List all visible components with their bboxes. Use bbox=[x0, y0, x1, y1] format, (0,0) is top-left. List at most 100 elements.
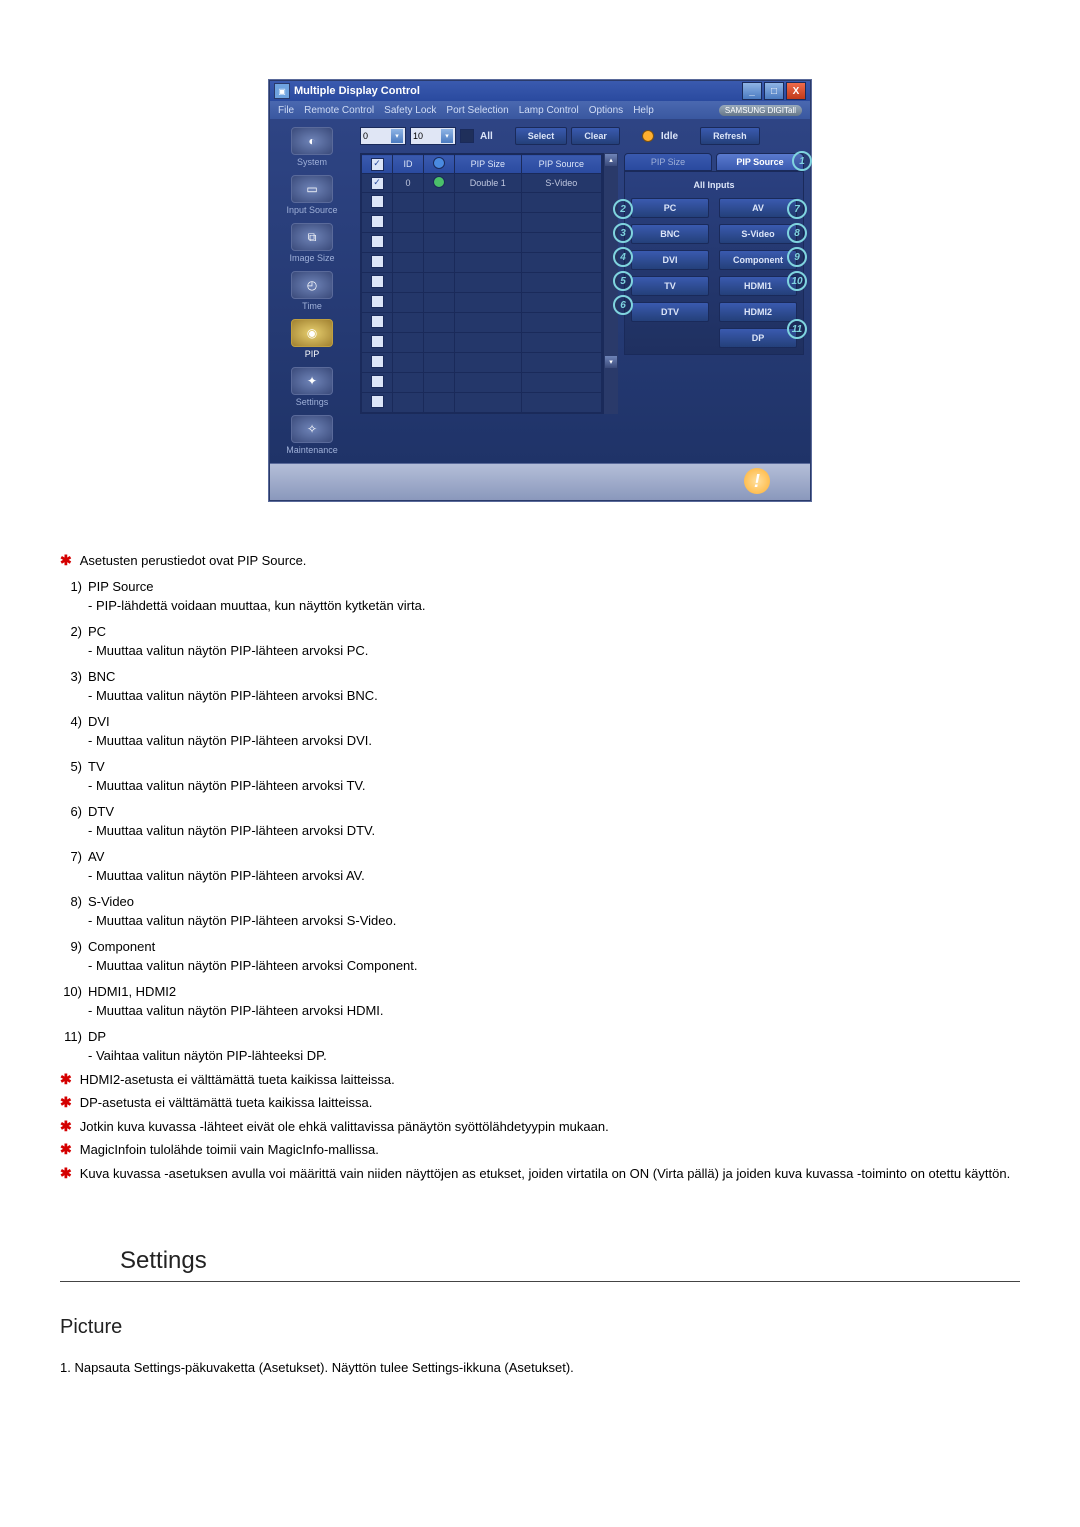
sidebar-item-maintenance[interactable]: ✧ Maintenance bbox=[272, 411, 352, 459]
input-dvi[interactable]: DVI bbox=[631, 250, 709, 270]
callout-11: 11 bbox=[787, 319, 807, 339]
system-icon: ◐ bbox=[291, 127, 333, 155]
callout-8: 8 bbox=[787, 223, 807, 243]
refresh-button[interactable]: Refresh bbox=[700, 127, 760, 145]
window-title: Multiple Display Control bbox=[294, 85, 742, 97]
scroll-down-icon[interactable]: ▾ bbox=[605, 356, 617, 368]
col-pip-source: PIP Source bbox=[521, 155, 601, 174]
scroll-up-icon[interactable]: ▴ bbox=[605, 154, 617, 166]
doc-item: 6)DTV- Muuttaa valitun näytön PIP-lähtee… bbox=[60, 802, 1020, 841]
menu-safety-lock[interactable]: Safety Lock bbox=[384, 105, 436, 116]
menu-file[interactable]: File bbox=[278, 105, 294, 116]
input-svideo[interactable]: S-Video bbox=[719, 224, 797, 244]
range-from-select[interactable]: 0▾ bbox=[360, 127, 406, 145]
input-hdmi1[interactable]: HDMI1 bbox=[719, 276, 797, 296]
sidebar-label-input-source: Input Source bbox=[286, 205, 337, 215]
doc-item: 3)BNC- Muuttaa valitun näytön PIP-lähtee… bbox=[60, 667, 1020, 706]
star-icon: ✱ bbox=[60, 1140, 72, 1158]
input-dp[interactable]: DP bbox=[719, 328, 797, 348]
pip-icon: ◉ bbox=[291, 319, 333, 347]
doc-note: ✱MagicInfoin tulolähde toimii vain Magic… bbox=[60, 1140, 1020, 1160]
status-icon bbox=[433, 176, 445, 188]
col-pip-size: PIP Size bbox=[455, 155, 522, 174]
input-source-icon: ▭ bbox=[291, 175, 333, 203]
tab-pip-size[interactable]: PIP Size bbox=[624, 153, 712, 171]
sidebar: ◐System ▭Input Source ⧉Image Size ◴Time … bbox=[270, 119, 354, 463]
input-dtv[interactable]: DTV bbox=[631, 302, 709, 322]
callout-6: 6 bbox=[613, 295, 633, 315]
maintenance-icon: ✧ bbox=[291, 415, 333, 443]
idle-label: Idle bbox=[661, 131, 678, 142]
callout-2: 2 bbox=[613, 199, 633, 219]
all-checkbox[interactable] bbox=[460, 129, 474, 143]
sidebar-item-image-size[interactable]: ⧉Image Size bbox=[272, 219, 352, 267]
titlebar: ▣ Multiple Display Control _ □ X bbox=[270, 81, 810, 101]
brand-logo: SAMSUNG DIGITall bbox=[719, 105, 802, 116]
callout-9: 9 bbox=[787, 247, 807, 267]
star-icon: ✱ bbox=[60, 1093, 72, 1111]
settings-icon: ✦ bbox=[291, 367, 333, 395]
right-panel: PIP Size PIP Source 1 All Inputs PC AV B… bbox=[624, 153, 804, 414]
callout-1: 1 bbox=[792, 151, 812, 171]
grid-row-empty bbox=[362, 333, 602, 353]
sidebar-label-pip: PIP bbox=[305, 349, 320, 359]
tab-pip-source[interactable]: PIP Source bbox=[716, 153, 804, 171]
sidebar-item-system[interactable]: ◐System bbox=[272, 123, 352, 171]
doc-item: 11)DP- Vaihtaa valitun näytön PIP-lähtee… bbox=[60, 1027, 1020, 1066]
sidebar-item-pip[interactable]: ◉ PIP bbox=[272, 315, 352, 363]
image-size-icon: ⧉ bbox=[291, 223, 333, 251]
menu-remote-control[interactable]: Remote Control bbox=[304, 105, 374, 116]
grid-header-row: ID PIP Size PIP Source bbox=[362, 155, 602, 174]
grid-row-empty bbox=[362, 193, 602, 213]
callout-4: 4 bbox=[613, 247, 633, 267]
sidebar-label-maintenance: Maintenance bbox=[286, 445, 338, 455]
chevron-down-icon: ▾ bbox=[441, 129, 453, 143]
doc-intro: ✱ Asetusten perustiedot ovat PIP Source. bbox=[60, 551, 1020, 571]
star-icon: ✱ bbox=[60, 1117, 72, 1135]
grid-row-empty bbox=[362, 353, 602, 373]
close-button[interactable]: X bbox=[786, 82, 806, 100]
grid-row-empty bbox=[362, 213, 602, 233]
cell-pip-size: Double 1 bbox=[455, 174, 522, 193]
doc-item: 5)TV- Muuttaa valitun näytön PIP-lähteen… bbox=[60, 757, 1020, 796]
sidebar-item-settings[interactable]: ✦Settings bbox=[272, 363, 352, 411]
callout-7: 7 bbox=[787, 199, 807, 219]
range-to-select[interactable]: 10▾ bbox=[410, 127, 456, 145]
doc-item: 9)Component- Muuttaa valitun näytön PIP-… bbox=[60, 937, 1020, 976]
header-checkbox[interactable] bbox=[371, 158, 384, 171]
doc-item: 1)PIP Source- PIP-lähdettä voidaan muutt… bbox=[60, 577, 1020, 616]
menu-options[interactable]: Options bbox=[589, 105, 623, 116]
input-tv[interactable]: TV bbox=[631, 276, 709, 296]
menu-lamp-control[interactable]: Lamp Control bbox=[519, 105, 579, 116]
section-settings: Settings bbox=[120, 1243, 1020, 1279]
input-hdmi2[interactable]: HDMI2 bbox=[719, 302, 797, 322]
clear-button[interactable]: Clear bbox=[571, 127, 620, 145]
sidebar-item-input-source[interactable]: ▭ Input Source bbox=[272, 171, 352, 219]
star-icon: ✱ bbox=[60, 1070, 72, 1088]
row-checkbox[interactable] bbox=[371, 177, 384, 190]
input-component[interactable]: Component bbox=[719, 250, 797, 270]
status-icon bbox=[433, 157, 445, 169]
section-divider bbox=[60, 1281, 1020, 1282]
sidebar-label-time: Time bbox=[302, 301, 322, 311]
minimize-button[interactable]: _ bbox=[742, 82, 762, 100]
menubar: File Remote Control Safety Lock Port Sel… bbox=[270, 101, 810, 119]
grid-row-empty bbox=[362, 313, 602, 333]
input-bnc[interactable]: BNC bbox=[631, 224, 709, 244]
sidebar-item-time[interactable]: ◴Time bbox=[272, 267, 352, 315]
callout-5: 5 bbox=[613, 271, 633, 291]
grid-row-empty bbox=[362, 393, 602, 413]
grid-row-empty bbox=[362, 233, 602, 253]
all-label: All bbox=[480, 131, 493, 142]
menu-help[interactable]: Help bbox=[633, 105, 654, 116]
app-window: ▣ Multiple Display Control _ □ X File Re… bbox=[269, 80, 811, 501]
input-pc[interactable]: PC bbox=[631, 198, 709, 218]
menu-port-selection[interactable]: Port Selection bbox=[446, 105, 508, 116]
grid-row[interactable]: 0 Double 1 S-Video bbox=[362, 174, 602, 193]
maximize-button[interactable]: □ bbox=[764, 82, 784, 100]
input-av[interactable]: AV bbox=[719, 198, 797, 218]
idle-radio[interactable] bbox=[642, 130, 654, 142]
select-button[interactable]: Select bbox=[515, 127, 568, 145]
doc-note: ✱DP-asetusta ei välttämättä tueta kaikis… bbox=[60, 1093, 1020, 1113]
toolbar: 0▾ 10▾ All Select Clear Idle Refresh bbox=[360, 125, 804, 147]
